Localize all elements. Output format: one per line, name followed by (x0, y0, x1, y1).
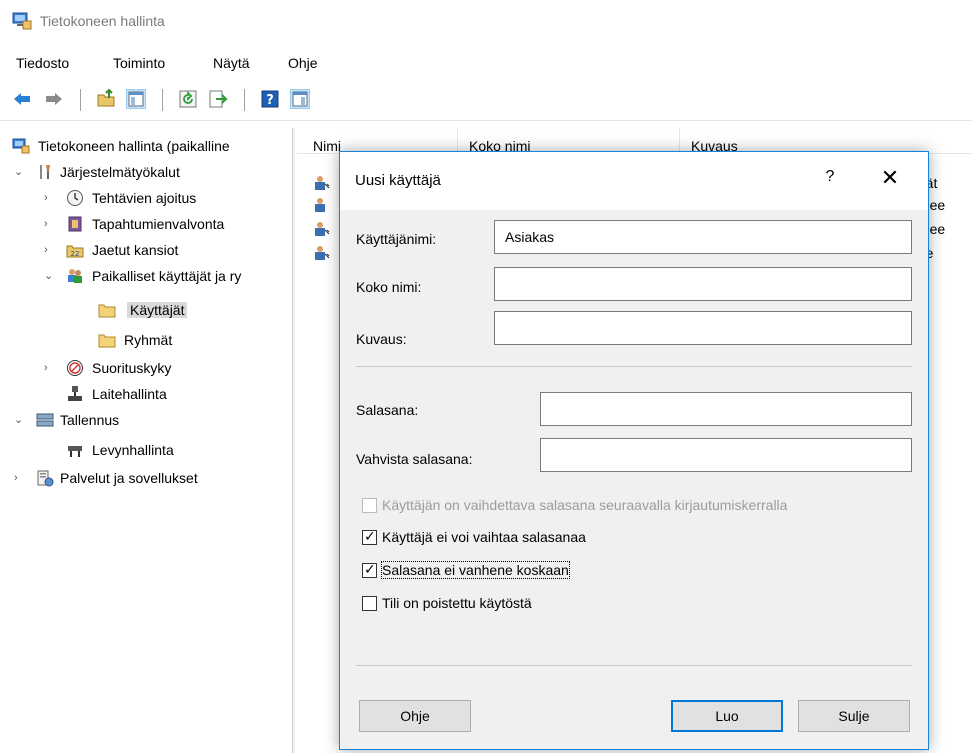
help-button[interactable]: Ohje (359, 700, 471, 732)
tree-item-performance[interactable]: › Suorituskyky (0, 358, 290, 380)
computer-management-icon (12, 12, 32, 30)
chevron-right-icon[interactable]: › (44, 218, 56, 230)
menu-toiminto[interactable]: Toiminto (113, 55, 165, 71)
tree-item-storage[interactable]: ⌄ Tallennus (0, 410, 290, 432)
confirm-password-label: Vahvista salasana: (356, 451, 473, 467)
window-title: Tietokoneen hallinta (40, 13, 165, 29)
menu-bar: Tiedosto Toiminto Näytä Ohje (0, 48, 972, 76)
pane-splitter[interactable] (292, 128, 295, 753)
user-icon (313, 220, 331, 238)
dialog-help-button[interactable]: ? (818, 165, 842, 189)
tree-item-event-viewer[interactable]: › Tapahtumienvalvonta (0, 214, 290, 236)
column-name[interactable]: Nimi (313, 138, 341, 154)
refresh-icon[interactable] (178, 89, 198, 109)
checkbox-box[interactable]: ✓ (362, 528, 377, 545)
performance-icon (66, 359, 84, 377)
tree-item-users[interactable]: Käyttäjät (0, 300, 290, 322)
menu-tiedosto[interactable]: Tiedosto (16, 55, 69, 71)
window-titlebar: Tietokoneen hallinta (0, 0, 972, 46)
export-list-icon[interactable] (208, 89, 228, 109)
storage-icon (36, 411, 54, 429)
description-field[interactable] (494, 311, 912, 345)
dialog-title: Uusi käyttäjä (355, 172, 441, 189)
separator (356, 366, 912, 367)
user-icon (313, 174, 331, 192)
tree-item-services-apps[interactable]: › Palvelut ja sovellukset (0, 468, 290, 490)
toolbar-separator (162, 89, 163, 111)
checkmark-icon: ✓ (364, 561, 376, 577)
tree-item-groups[interactable]: Ryhmät (0, 330, 290, 352)
toolbar-separator (244, 89, 245, 111)
chevron-down-icon[interactable]: ⌄ (14, 166, 26, 178)
tree-item-computer-management[interactable]: Tietokoneen hallinta (paikalline (0, 136, 290, 158)
tree-item-device-manager[interactable]: Laitehallinta (0, 384, 290, 406)
user-icon (313, 244, 331, 262)
tree-item-shared-folders[interactable]: › 22 Jaetut kansiot (0, 240, 290, 262)
fullname-field[interactable] (494, 267, 912, 301)
navigation-tree: Tietokoneen hallinta (paikalline ⌄ Järje… (0, 128, 290, 753)
up-folder-icon[interactable] (96, 88, 116, 109)
clock-icon (66, 189, 84, 207)
svg-text:22: 22 (71, 250, 80, 258)
system-tools-icon (36, 163, 54, 181)
menu-ohje[interactable]: Ohje (288, 55, 318, 71)
close-button[interactable]: Sulje (798, 700, 910, 732)
dialog-titlebar: Uusi käyttäjä ? ✕ (340, 152, 928, 210)
chevron-right-icon[interactable]: › (14, 472, 26, 484)
chevron-down-icon[interactable]: ⌄ (44, 270, 56, 282)
computer-management-icon (12, 137, 30, 155)
forward-arrow-icon[interactable] (44, 89, 64, 109)
checkbox-box[interactable]: ✓ (362, 561, 377, 578)
event-viewer-icon (66, 215, 84, 233)
confirm-password-field[interactable] (540, 438, 912, 472)
separator (356, 665, 912, 666)
services-icon (36, 469, 54, 487)
svg-text:?: ? (266, 93, 274, 108)
chevron-down-icon[interactable]: ⌄ (14, 414, 26, 426)
tree-item-local-users-groups[interactable]: ⌄ Paikalliset käyttäjät ja ry (0, 266, 290, 288)
password-label: Salasana: (356, 402, 419, 418)
disk-management-icon (66, 441, 84, 459)
folder-icon (98, 331, 116, 349)
help-icon[interactable]: ? (260, 89, 280, 109)
fullname-label: Koko nimi: (356, 279, 422, 295)
description-label: Kuvaus: (356, 331, 407, 347)
password-field[interactable] (540, 392, 912, 426)
device-manager-icon (66, 385, 84, 403)
checkbox-box[interactable] (362, 498, 377, 513)
shared-folder-icon: 22 (66, 241, 84, 259)
toolbar-separator (80, 89, 81, 111)
tree-item-system-tools[interactable]: ⌄ Järjestelmätyökalut (0, 162, 290, 184)
create-button[interactable]: Luo (671, 700, 783, 732)
toolbar-divider (0, 120, 972, 121)
show-hide-tree-icon[interactable] (126, 89, 146, 109)
username-field[interactable]: Asiakas (494, 220, 912, 254)
dialog-close-button[interactable]: ✕ (876, 164, 904, 192)
chevron-right-icon[interactable]: › (44, 192, 56, 204)
users-groups-icon (66, 267, 84, 285)
username-label: Käyttäjänimi: (356, 231, 437, 247)
menu-nayta[interactable]: Näytä (213, 55, 250, 71)
chevron-right-icon[interactable]: › (44, 362, 56, 374)
checkmark-icon: ✓ (364, 528, 376, 544)
tree-item-task-scheduler[interactable]: › Tehtävien ajoitus (0, 188, 290, 210)
checkbox-box[interactable] (362, 596, 377, 611)
new-user-dialog: Uusi käyttäjä ? ✕ Käyttäjänimi: Asiakas … (339, 151, 929, 750)
folder-icon (98, 301, 116, 319)
action-pane-icon[interactable] (290, 89, 310, 109)
back-arrow-icon[interactable] (12, 89, 32, 109)
user-icon (313, 196, 331, 214)
toolbar: ? (0, 86, 972, 116)
tree-item-disk-management[interactable]: Levynhallinta (0, 440, 290, 462)
chevron-right-icon[interactable]: › (44, 244, 56, 256)
